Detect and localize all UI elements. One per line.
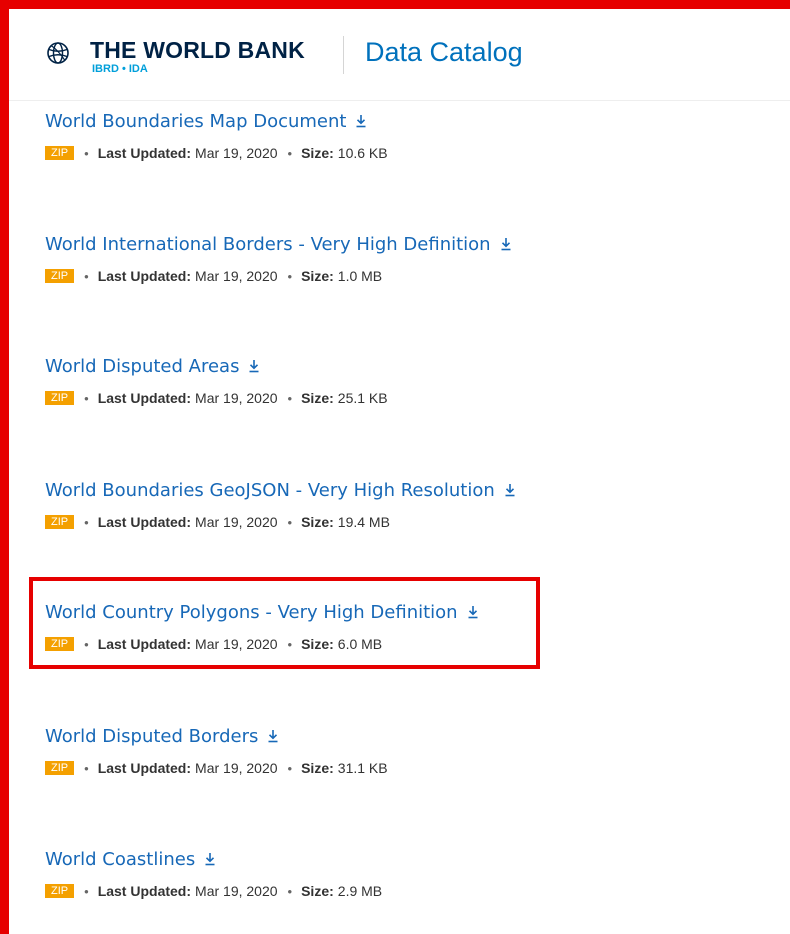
format-badge: ZIP — [45, 515, 75, 529]
resource-title: World Boundaries GeoJSON - Very High Res… — [45, 480, 495, 501]
separator-dot: • — [84, 514, 89, 530]
resource-download-link[interactable]: World International Borders - Very High … — [45, 234, 512, 255]
file-size: 1.0 MB — [337, 268, 383, 284]
file-size: 25.1 KB — [337, 390, 388, 406]
size-label: Size: — [301, 390, 334, 406]
separator-dot: • — [84, 145, 89, 161]
format-badge: ZIP — [45, 761, 75, 775]
resource-item: World Coastlines ZIP • Last Updated: Mar… — [45, 849, 382, 909]
separator-dot: • — [287, 268, 293, 284]
file-size: 19.4 MB — [337, 514, 390, 530]
size-label: Size: — [301, 760, 334, 776]
separator-dot: • — [287, 514, 293, 530]
updated-label: Last Updated: — [97, 145, 192, 161]
updated-date: Mar 19, 2020 — [195, 514, 278, 530]
updated-date: Mar 19, 2020 — [195, 760, 278, 776]
format-badge: ZIP — [45, 146, 75, 160]
format-badge: ZIP — [45, 884, 75, 898]
resource-download-link[interactable]: World Coastlines — [45, 849, 216, 870]
download-icon — [501, 238, 511, 251]
download-icon — [356, 115, 366, 128]
resource-item: World Boundaries Map Document ZIP • Last… — [45, 111, 388, 171]
site-header: THE WORLD BANK IBRD • IDA Data Catalog — [9, 9, 790, 101]
resource-title: World Country Polygons - Very High Defin… — [45, 602, 458, 623]
resource-item: World Disputed Borders ZIP • Last Update… — [45, 726, 388, 786]
resource-title: World Disputed Borders — [45, 726, 259, 747]
resource-title: World Boundaries Map Document — [45, 111, 347, 132]
resource-title: World Coastlines — [45, 849, 196, 870]
globe-icon — [47, 42, 69, 64]
updated-date: Mar 19, 2020 — [195, 390, 278, 406]
separator-dot: • — [287, 390, 293, 406]
header-divider — [343, 36, 344, 74]
resource-download-link[interactable]: World Boundaries Map Document — [45, 111, 367, 132]
resource-download-link[interactable]: World Disputed Areas — [45, 356, 260, 377]
resource-meta: ZIP • Last Updated: Mar 19, 2020 • Size:… — [45, 760, 388, 776]
updated-date: Mar 19, 2020 — [195, 883, 278, 899]
updated-date: Mar 19, 2020 — [195, 145, 278, 161]
size-label: Size: — [301, 514, 334, 530]
separator-dot: • — [287, 760, 293, 776]
format-badge: ZIP — [45, 391, 75, 405]
resource-meta: ZIP • Last Updated: Mar 19, 2020 • Size:… — [45, 514, 516, 530]
size-label: Size: — [301, 636, 334, 652]
download-icon — [249, 360, 259, 373]
resource-meta: ZIP • Last Updated: Mar 19, 2020 • Size:… — [45, 636, 479, 652]
resource-title: World International Borders - Very High … — [45, 234, 491, 255]
format-badge: ZIP — [45, 637, 75, 651]
file-size: 2.9 MB — [337, 883, 383, 899]
updated-label: Last Updated: — [97, 636, 192, 652]
separator-dot: • — [84, 883, 89, 899]
separator-dot: • — [287, 145, 293, 161]
resource-item: World Boundaries GeoJSON - Very High Res… — [45, 480, 516, 540]
brand-subtitle: IBRD • IDA — [92, 63, 148, 75]
resource-meta: ZIP • Last Updated: Mar 19, 2020 • Size:… — [45, 390, 388, 406]
brand-name: THE WORLD BANK — [90, 37, 305, 63]
resource-download-link[interactable]: World Country Polygons - Very High Defin… — [45, 602, 479, 623]
file-size: 6.0 MB — [337, 636, 383, 652]
resource-meta: ZIP • Last Updated: Mar 19, 2020 • Size:… — [45, 268, 512, 284]
brand-logo[interactable]: THE WORLD BANK IBRD • IDA — [90, 37, 305, 75]
updated-date: Mar 19, 2020 — [195, 268, 278, 284]
resource-meta: ZIP • Last Updated: Mar 19, 2020 • Size:… — [45, 883, 382, 899]
separator-dot: • — [287, 636, 293, 652]
download-icon — [205, 853, 215, 866]
file-size: 31.1 KB — [337, 760, 388, 776]
updated-label: Last Updated: — [97, 514, 192, 530]
download-icon — [505, 484, 515, 497]
updated-label: Last Updated: — [97, 883, 192, 899]
download-icon — [268, 730, 278, 743]
separator-dot: • — [84, 760, 89, 776]
size-label: Size: — [301, 268, 334, 284]
separator-dot: • — [84, 268, 89, 284]
resource-download-link[interactable]: World Disputed Borders — [45, 726, 279, 747]
resource-item: World International Borders - Very High … — [45, 234, 512, 294]
data-catalog-title[interactable]: Data Catalog — [365, 37, 523, 67]
format-badge: ZIP — [45, 269, 75, 283]
updated-label: Last Updated: — [97, 390, 192, 406]
resource-item-highlighted: World Country Polygons - Very High Defin… — [45, 602, 479, 662]
separator-dot: • — [84, 390, 89, 406]
separator-dot: • — [84, 636, 89, 652]
file-size: 10.6 KB — [337, 145, 388, 161]
updated-date: Mar 19, 2020 — [195, 636, 278, 652]
download-icon — [468, 606, 478, 619]
resource-download-link[interactable]: World Boundaries GeoJSON - Very High Res… — [45, 480, 516, 501]
size-label: Size: — [301, 145, 334, 161]
updated-label: Last Updated: — [97, 268, 192, 284]
size-label: Size: — [301, 883, 334, 899]
resource-item: World Disputed Areas ZIP • Last Updated:… — [45, 356, 388, 416]
resource-title: World Disputed Areas — [45, 356, 240, 377]
separator-dot: • — [287, 883, 293, 899]
updated-label: Last Updated: — [97, 760, 192, 776]
resource-meta: ZIP • Last Updated: Mar 19, 2020 • Size:… — [45, 145, 388, 161]
